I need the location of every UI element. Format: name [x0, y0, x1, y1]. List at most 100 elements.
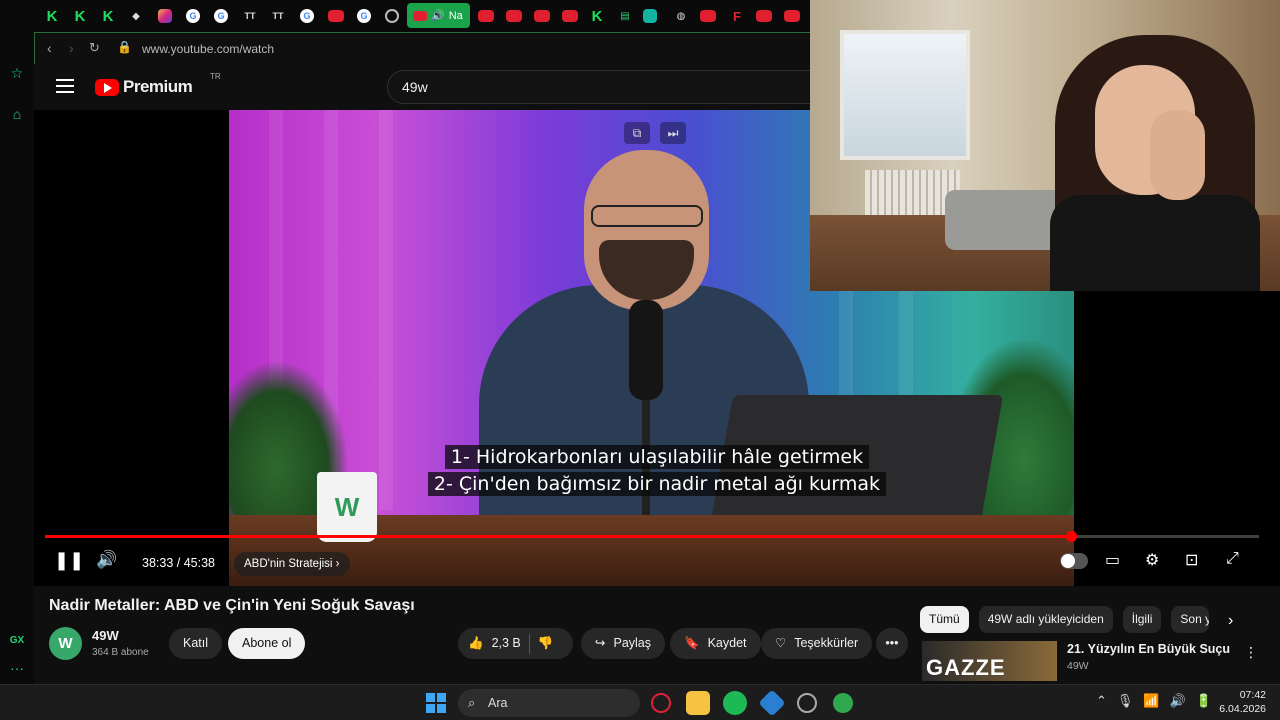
presenter-glasses — [591, 205, 703, 227]
like-count[interactable]: 2,3 B — [492, 628, 521, 659]
back-icon[interactable]: ‹ — [47, 40, 52, 56]
pause-icon[interactable]: ❚❚ — [54, 550, 84, 571]
chip-related[interactable]: İlgili — [1122, 606, 1162, 633]
clock[interactable]: 07:42 6.04.2026 — [1218, 688, 1266, 716]
taskbar: ⌕ Ara ⌃ 🎙 📶 🔊 🔋 07:42 6.04.2026 — [0, 684, 1280, 720]
tab-kick-icon[interactable]: K — [98, 6, 118, 26]
spotify-icon[interactable] — [723, 691, 747, 715]
app-icon[interactable] — [758, 689, 786, 717]
tab-google-icon[interactable]: G — [357, 9, 371, 23]
chip-from-uploader[interactable]: 49W adlı yükleyiciden — [978, 606, 1113, 633]
tab-kick-icon[interactable]: K — [70, 6, 90, 26]
tab-kick-icon[interactable]: K — [42, 6, 62, 26]
tab-tiktok-icon[interactable]: TT — [240, 6, 260, 26]
save-button[interactable]: 🔖 Kaydet — [670, 628, 761, 659]
like-icon[interactable]: 👍 — [468, 628, 484, 659]
progress-fill — [45, 535, 1071, 538]
fullscreen-icon[interactable]: ⤢ — [1226, 550, 1239, 568]
recommendation-title[interactable]: 21. Yüzyılın En Büyük Suçu — [1067, 642, 1230, 656]
wifi-icon[interactable]: 📶 — [1143, 693, 1159, 709]
autoplay-toggle[interactable] — [1060, 553, 1088, 569]
more-icon[interactable]: ··· — [7, 658, 27, 678]
like-dislike-group: 👍 2,3 B 👎 — [458, 628, 573, 659]
tab-document-icon[interactable]: ▤ — [615, 6, 635, 26]
microphone-icon[interactable]: 🎙 — [1117, 693, 1134, 709]
channel-name[interactable]: 49W — [92, 628, 119, 643]
tab-youtube-icon[interactable] — [478, 10, 494, 22]
search-input[interactable]: 49w — [387, 70, 817, 104]
chevron-up-icon[interactable]: ⌃ — [1096, 693, 1107, 709]
tab-youtube-icon[interactable] — [784, 10, 800, 22]
progress-bar[interactable] — [45, 531, 1259, 542]
tab-extension-icon[interactable]: ◆ — [126, 6, 146, 26]
microphone — [629, 300, 663, 400]
tab-github-icon[interactable]: ◍ — [671, 6, 691, 26]
more-actions-button[interactable]: ••• — [876, 628, 908, 659]
tab-instagram-icon[interactable] — [158, 9, 172, 23]
tab-tiktok-icon[interactable]: TT — [268, 6, 288, 26]
star-icon[interactable]: ☆ — [7, 63, 27, 83]
tab-google-icon[interactable]: G — [300, 9, 314, 23]
hamburger-menu-icon[interactable] — [56, 79, 74, 93]
speaker-icon[interactable]: 🔊 — [1170, 693, 1186, 709]
popout-icon[interactable]: ⧉ — [624, 122, 650, 144]
tab-google-icon[interactable]: G — [214, 9, 228, 23]
recommendation-channel[interactable]: 49W — [1067, 660, 1089, 672]
thanks-label: Teşekkürler — [794, 636, 859, 650]
volume-icon[interactable]: 🔊 — [96, 550, 117, 570]
file-explorer-icon[interactable] — [686, 691, 710, 715]
tab-f-icon[interactable]: F — [727, 6, 747, 26]
time-display: 38:33 / 45:38 — [142, 556, 215, 570]
dislike-icon[interactable]: 👎 — [538, 628, 554, 659]
youtube-premium-logo[interactable]: Premium TR — [95, 72, 221, 97]
windows-start-icon[interactable] — [426, 693, 446, 713]
channel-avatar[interactable]: W — [49, 627, 82, 660]
save-label: Kaydet — [707, 636, 747, 650]
tab-youtube-icon[interactable] — [534, 10, 550, 22]
chip-recent[interactable]: Son y — [1171, 606, 1210, 633]
active-tab-label: Na — [448, 9, 463, 22]
tab-youtube-icon[interactable] — [328, 10, 344, 22]
recommendation-thumbnail[interactable]: GAZZE — [922, 641, 1057, 681]
skip-icon[interactable]: ⏭ — [660, 122, 686, 144]
thanks-icon: ♡ — [775, 636, 787, 650]
chevron-right-icon[interactable]: › — [1228, 612, 1233, 630]
battery-icon[interactable]: 🔋 — [1196, 693, 1212, 709]
chapter-button[interactable]: ABD'nin Stratejisi › — [234, 552, 350, 576]
reload-icon[interactable]: ↻ — [89, 40, 100, 56]
obs-icon[interactable] — [797, 693, 817, 713]
youtube-play-icon — [95, 78, 119, 96]
subscribe-label: Abone ol — [242, 636, 292, 650]
caption-line: 2- Çin'den bağımsız bir nadir metal ağı … — [427, 472, 887, 496]
chip-all[interactable]: Tümü — [920, 606, 969, 633]
tab-whatsapp-icon[interactable] — [385, 9, 399, 23]
progress-scrubber[interactable] — [1065, 531, 1077, 542]
active-tab[interactable]: 🔊 Na — [407, 3, 470, 28]
system-tray: ⌃ 🎙 📶 🔊 🔋 — [1096, 693, 1212, 709]
more-horiz-icon: ••• — [885, 636, 899, 650]
subtitles-icon[interactable]: ▭ — [1105, 550, 1120, 570]
forward-icon[interactable]: › — [69, 40, 74, 56]
thanks-button[interactable]: ♡ Teşekkürler — [761, 628, 873, 659]
tab-google-icon[interactable]: G — [186, 9, 200, 23]
more-vert-icon[interactable]: ⋮ — [1244, 644, 1258, 661]
bookmarks-icon[interactable]: ⌂ — [7, 104, 27, 124]
bookmark-icon: 🔖 — [684, 636, 700, 650]
opera-gx-icon[interactable] — [651, 693, 671, 713]
tab-youtube-icon[interactable] — [562, 10, 578, 22]
subscribe-button[interactable]: Abone ol — [228, 628, 306, 659]
tab-youtube-icon[interactable] — [506, 10, 522, 22]
gx-label[interactable]: GX — [7, 630, 27, 650]
join-button[interactable]: Katıl — [169, 628, 223, 659]
tab-kick-icon[interactable]: K — [587, 6, 607, 26]
settings-icon[interactable]: ⚙ — [1145, 550, 1159, 570]
miniplayer-icon[interactable]: ⊡ — [1185, 550, 1198, 570]
tab-youtube-icon[interactable] — [700, 10, 716, 22]
tab-youtube-icon[interactable] — [756, 10, 772, 22]
chrome-like-icon[interactable] — [833, 693, 853, 713]
url-field[interactable]: www.youtube.com/watch — [142, 42, 274, 56]
taskbar-search[interactable]: ⌕ Ara — [458, 689, 640, 717]
youtube-icon — [413, 10, 427, 21]
tab-app-icon[interactable] — [643, 9, 657, 23]
share-button[interactable]: ↪ Paylaş — [581, 628, 666, 659]
